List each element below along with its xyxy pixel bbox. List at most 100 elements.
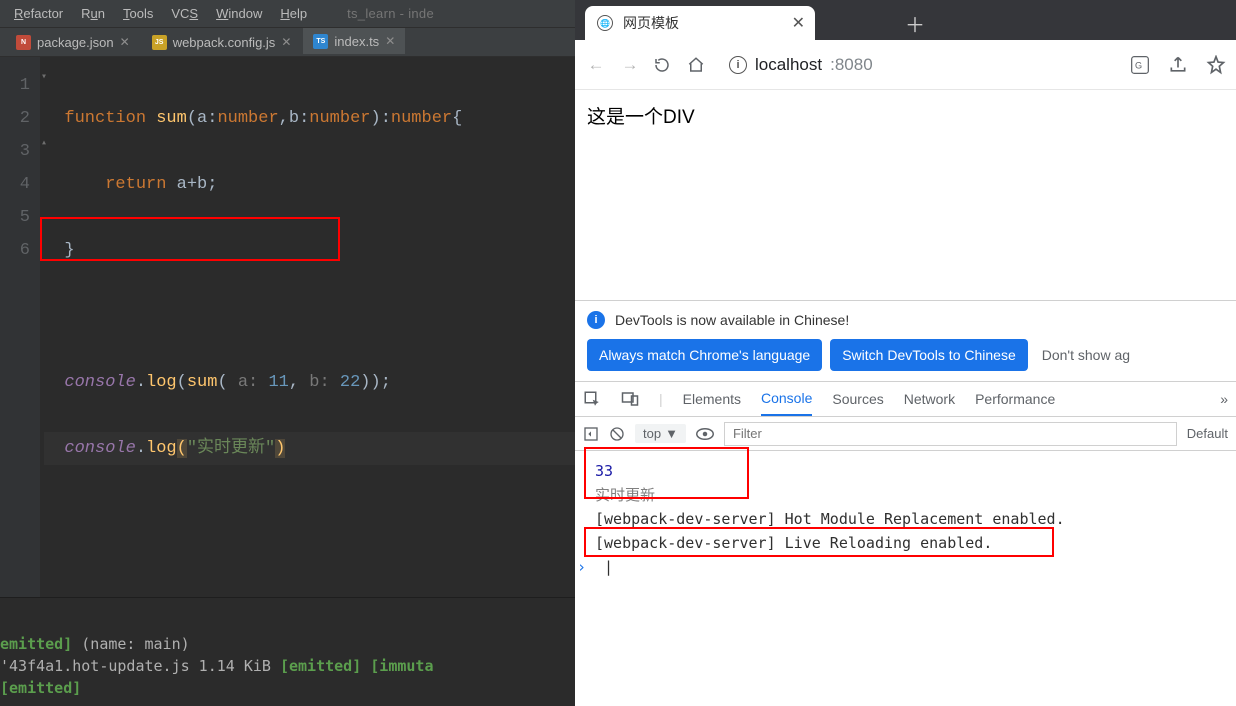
menu-tools[interactable]: Tools xyxy=(117,2,159,25)
tab-console[interactable]: Console xyxy=(761,382,812,416)
browser-tab[interactable]: 🌐 网页模板 ✕ xyxy=(585,6,815,40)
console-row: [webpack-dev-server] Live Reloading enab… xyxy=(591,531,1236,555)
switch-chinese-button[interactable]: Switch DevTools to Chinese xyxy=(830,339,1028,371)
code-text: )); xyxy=(360,373,391,392)
console-row: 实时更新 xyxy=(591,483,1236,507)
match-language-button[interactable]: Always match Chrome's language xyxy=(587,339,822,371)
terminal-panel[interactable]: emitted] (name: main) '43f4a1.hot-update… xyxy=(0,597,575,706)
context-selector[interactable]: top ▼ xyxy=(635,424,686,443)
console-row: 33 xyxy=(591,459,1236,483)
code-text: ): xyxy=(371,109,391,128)
ide-pane: Refactor Run Tools VCS Window Help ts_le… xyxy=(0,0,575,706)
code-text: ( xyxy=(177,373,187,392)
close-icon[interactable]: ✕ xyxy=(792,13,805,33)
close-icon[interactable]: ✕ xyxy=(120,35,130,49)
bookmark-icon[interactable] xyxy=(1206,55,1226,75)
terminal-text: emitted] xyxy=(0,635,72,653)
param-hint: b: xyxy=(309,373,340,392)
console-output[interactable]: 33 实时更新 [webpack-dev-server] Hot Module … xyxy=(575,451,1236,706)
translate-icon[interactable]: G xyxy=(1130,55,1150,75)
tab-elements[interactable]: Elements xyxy=(683,382,741,416)
menu-window[interactable]: Window xyxy=(210,2,268,25)
tab-index-ts[interactable]: TS index.ts ✕ xyxy=(303,28,405,56)
share-icon[interactable] xyxy=(1168,55,1188,75)
code-text: console xyxy=(64,439,135,458)
line-number: 6 xyxy=(0,234,30,267)
tab-label: index.ts xyxy=(334,34,379,49)
param-hint: a: xyxy=(228,373,269,392)
clear-console-icon[interactable] xyxy=(609,426,625,442)
address-bar[interactable]: i localhost:8080 xyxy=(721,55,1118,75)
console-sidebar-toggle-icon[interactable] xyxy=(583,426,599,442)
menu-vcs[interactable]: VCS xyxy=(165,2,204,25)
code-text: log xyxy=(146,439,177,458)
code-text: log xyxy=(146,373,177,392)
reload-button[interactable] xyxy=(653,56,675,74)
devtools-infobar-buttons: Always match Chrome's language Switch De… xyxy=(575,339,1236,381)
infobar-text: DevTools is now available in Chinese! xyxy=(615,312,849,328)
terminal-text: [emitted] xyxy=(0,679,81,697)
terminal-text xyxy=(361,657,370,675)
menu-refactor[interactable]: Refactor xyxy=(8,2,69,25)
code-text: number xyxy=(309,109,370,128)
terminal-text: '43f4a1.hot-update.js 1.14 KiB xyxy=(0,657,280,675)
toolbar-actions: G xyxy=(1130,55,1226,75)
code-text: console xyxy=(64,373,135,392)
nav-forward-button[interactable]: → xyxy=(619,55,641,75)
home-button[interactable] xyxy=(687,56,709,74)
code-text: . xyxy=(136,439,146,458)
menu-run[interactable]: Run xyxy=(75,2,111,25)
url-host: localhost xyxy=(755,55,822,75)
code-editor[interactable]: 1 2 3 4 5 6 ▾ function sum(a:number,b:nu… xyxy=(0,57,575,597)
code-area[interactable]: ▾ function sum(a:number,b:number):number… xyxy=(40,57,575,597)
chevron-down-icon: ▼ xyxy=(665,426,678,441)
log-level-selector[interactable]: Default xyxy=(1187,426,1228,441)
tab-webpack-config[interactable]: JS webpack.config.js ✕ xyxy=(142,28,302,56)
line-number: 3 xyxy=(0,135,30,168)
device-toolbar-icon[interactable] xyxy=(621,390,639,408)
fn-name: sum xyxy=(156,109,187,128)
tab-sources[interactable]: Sources xyxy=(832,382,883,416)
code-text: 22 xyxy=(340,373,360,392)
new-tab-button[interactable]: ＋ xyxy=(901,9,929,37)
dont-show-again-link[interactable]: Don't show ag xyxy=(1036,347,1130,363)
browser-pane: 🌐 网页模板 ✕ ＋ ← → i localhost:8080 G xyxy=(575,0,1236,706)
console-prompt-icon: › xyxy=(577,555,586,579)
line-number: 4 xyxy=(0,168,30,201)
console-filter-input[interactable] xyxy=(724,422,1177,446)
live-expression-icon[interactable] xyxy=(696,428,714,440)
tab-performance[interactable]: Performance xyxy=(975,382,1055,416)
fold-close-icon[interactable]: ▴ xyxy=(38,127,50,160)
tab-label: package.json xyxy=(37,35,114,50)
more-tabs-icon[interactable]: » xyxy=(1220,391,1228,407)
code-text: "实时更新" xyxy=(187,439,275,458)
svg-text:G: G xyxy=(1135,60,1142,70)
tab-package-json[interactable]: N package.json ✕ xyxy=(6,28,140,56)
devtools-infobar: i DevTools is now available in Chinese! xyxy=(575,301,1236,339)
close-icon[interactable]: ✕ xyxy=(281,35,291,49)
code-text: ( xyxy=(177,439,187,458)
browser-tabstrip: 🌐 网页模板 ✕ ＋ xyxy=(575,0,1236,40)
menu-help[interactable]: Help xyxy=(274,2,313,25)
line-gutter: 1 2 3 4 5 6 xyxy=(0,57,40,597)
home-icon xyxy=(687,56,705,74)
kw-return: return xyxy=(105,175,176,194)
close-icon[interactable]: ✕ xyxy=(385,34,395,48)
line-number: 5 xyxy=(0,201,30,234)
tab-network[interactable]: Network xyxy=(904,382,955,416)
ts-file-icon: TS xyxy=(313,34,328,49)
browser-tab-title: 网页模板 xyxy=(623,13,679,33)
info-icon: i xyxy=(587,311,605,329)
nav-back-button[interactable]: ← xyxy=(585,55,607,75)
tab-label: webpack.config.js xyxy=(173,35,276,50)
terminal-text: (name: main) xyxy=(72,635,189,653)
devtools: i DevTools is now available in Chinese! … xyxy=(575,300,1236,706)
inspect-element-icon[interactable] xyxy=(583,390,601,408)
code-text: . xyxy=(136,373,146,392)
npm-file-icon: N xyxy=(16,35,31,50)
page-viewport: 这是一个DIV xyxy=(575,90,1236,300)
site-info-icon[interactable]: i xyxy=(729,56,747,74)
code-text: ,b: xyxy=(279,109,310,128)
fold-open-icon[interactable]: ▾ xyxy=(38,61,50,94)
kw-function: function xyxy=(64,109,156,128)
